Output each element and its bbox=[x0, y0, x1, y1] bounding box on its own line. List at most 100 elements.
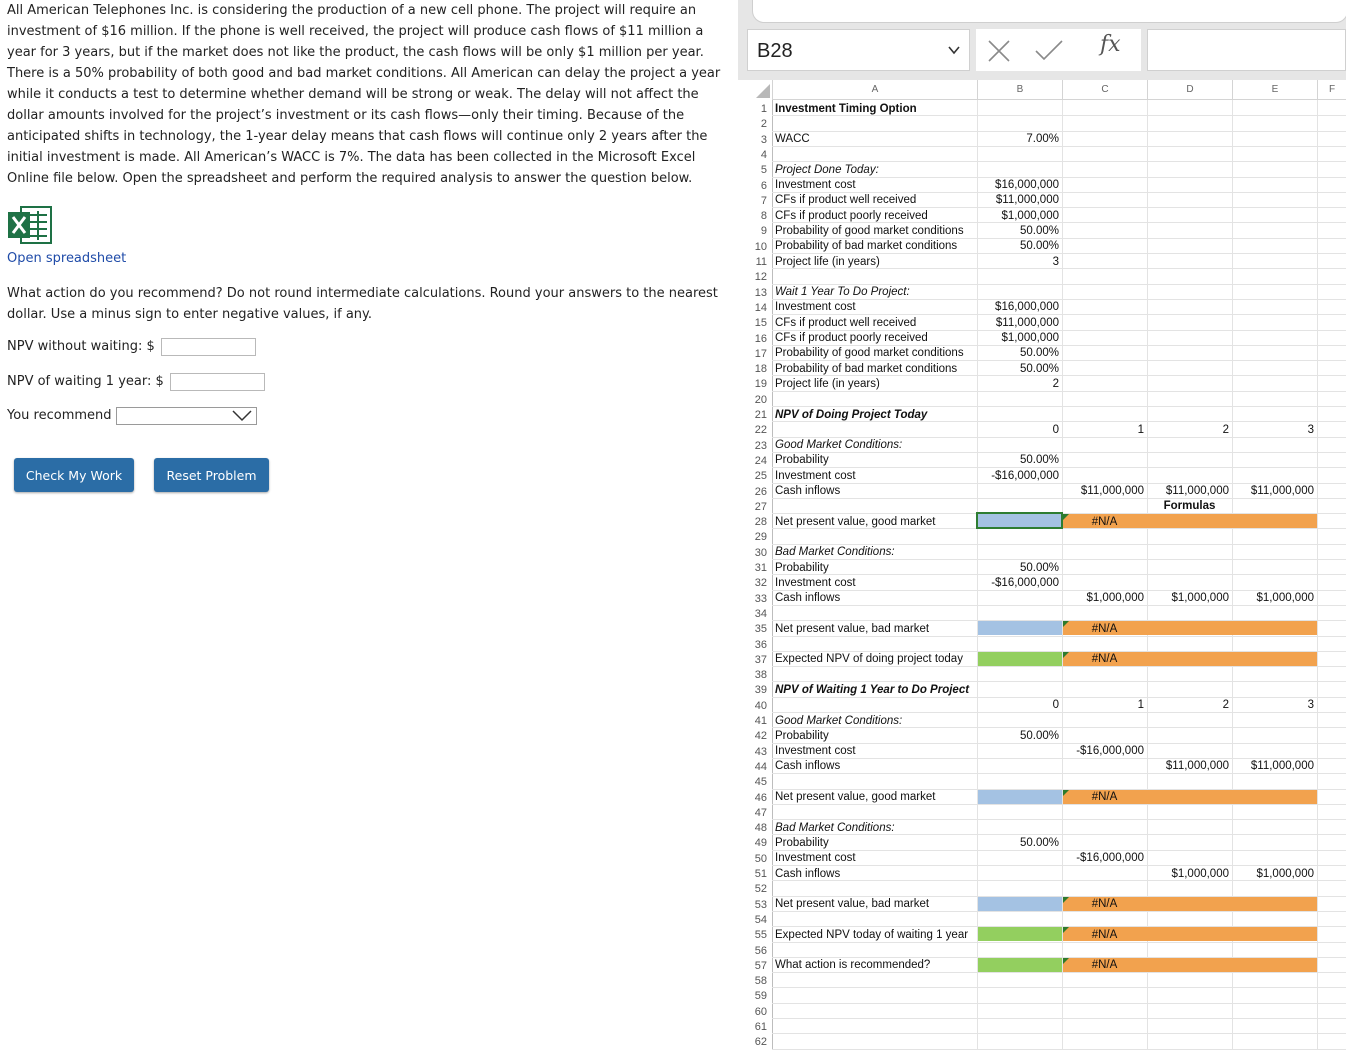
row-header-38[interactable]: 38 bbox=[738, 666, 772, 681]
row-header-6[interactable]: 6 bbox=[738, 177, 772, 192]
row-header-29[interactable]: 29 bbox=[738, 528, 772, 543]
row-header-2[interactable]: 2 bbox=[738, 115, 772, 130]
row-header-12[interactable]: 12 bbox=[738, 268, 772, 283]
cell-c43[interactable]: -$16,000,000 bbox=[1062, 743, 1147, 758]
row-header-53[interactable]: 53 bbox=[738, 896, 772, 911]
cell-d27[interactable]: Formulas bbox=[1147, 498, 1232, 513]
cell-b8[interactable]: $1,000,000 bbox=[977, 208, 1062, 223]
cell-a18[interactable]: Probability of bad market conditions bbox=[775, 361, 957, 376]
cell-b40[interactable]: 0 bbox=[977, 697, 1062, 712]
row-header-13[interactable]: 13 bbox=[738, 284, 772, 299]
cell-a21[interactable]: NPV of Doing Project Today bbox=[775, 407, 927, 422]
cell-b14[interactable]: $16,000,000 bbox=[977, 299, 1062, 314]
cell-a26[interactable]: Cash inflows bbox=[775, 483, 840, 498]
cell-b19[interactable]: 2 bbox=[977, 376, 1062, 391]
row-header-28[interactable]: 28 bbox=[738, 513, 772, 528]
row-header-36[interactable]: 36 bbox=[738, 636, 772, 651]
row-header-14[interactable]: 14 bbox=[738, 299, 772, 314]
column-header-f[interactable]: F bbox=[1317, 80, 1346, 100]
fx-icon[interactable]: fx bbox=[1100, 32, 1121, 57]
select-all-corner[interactable] bbox=[738, 80, 772, 100]
name-box[interactable]: B28 bbox=[747, 29, 970, 71]
column-header-e[interactable]: E bbox=[1232, 80, 1317, 100]
row-header-10[interactable]: 10 bbox=[738, 238, 772, 253]
row-header-23[interactable]: 23 bbox=[738, 437, 772, 452]
npv-waiting-input[interactable] bbox=[169, 372, 265, 391]
cell-c55[interactable]: #N/A bbox=[1062, 927, 1147, 942]
cell-b7[interactable]: $11,000,000 bbox=[977, 192, 1062, 207]
row-header-61[interactable]: 61 bbox=[738, 1018, 772, 1033]
cell-b15[interactable]: $11,000,000 bbox=[977, 315, 1062, 330]
cell-a5[interactable]: Project Done Today: bbox=[775, 162, 879, 177]
cell-a30[interactable]: Bad Market Conditions: bbox=[775, 544, 895, 559]
row-header-43[interactable]: 43 bbox=[738, 743, 772, 758]
cell-a16[interactable]: CFs if product poorly received bbox=[775, 330, 928, 345]
cell-a41[interactable]: Good Market Conditions: bbox=[775, 713, 902, 728]
row-header-62[interactable]: 62 bbox=[738, 1033, 772, 1048]
cell-a8[interactable]: CFs if product poorly received bbox=[775, 208, 928, 223]
column-header-c[interactable]: C bbox=[1062, 80, 1147, 100]
cell-a3[interactable]: WACC bbox=[775, 131, 810, 146]
row-header-16[interactable]: 16 bbox=[738, 330, 772, 345]
column-header-b[interactable]: B bbox=[977, 80, 1062, 100]
excel-icon[interactable] bbox=[7, 204, 53, 246]
row-header-48[interactable]: 48 bbox=[738, 819, 772, 834]
row-header-1[interactable]: 1 bbox=[738, 100, 772, 115]
row-header-24[interactable]: 24 bbox=[738, 452, 772, 467]
row-header-54[interactable]: 54 bbox=[738, 911, 772, 926]
cell-a37[interactable]: Expected NPV of doing project today bbox=[775, 651, 963, 666]
cell-c40[interactable]: 1 bbox=[1062, 697, 1147, 712]
cell-e22[interactable]: 3 bbox=[1232, 422, 1317, 437]
cell-a19[interactable]: Project life (in years) bbox=[775, 376, 880, 391]
row-header-35[interactable]: 35 bbox=[738, 620, 772, 635]
row-header-25[interactable]: 25 bbox=[738, 467, 772, 482]
cell-a39[interactable]: NPV of Waiting 1 Year to Do Project bbox=[775, 682, 969, 697]
row-header-58[interactable]: 58 bbox=[738, 972, 772, 987]
cell-b42[interactable]: 50.00% bbox=[977, 728, 1062, 743]
cell-b18[interactable]: 50.00% bbox=[977, 361, 1062, 376]
cell-c37[interactable]: #N/A bbox=[1062, 651, 1147, 666]
row-header-45[interactable]: 45 bbox=[738, 773, 772, 788]
cell-c28[interactable]: #N/A bbox=[1062, 514, 1147, 529]
row-header-19[interactable]: 19 bbox=[738, 375, 772, 390]
row-header-52[interactable]: 52 bbox=[738, 880, 772, 895]
answer-cell-highlight[interactable] bbox=[978, 651, 1062, 666]
cell-a14[interactable]: Investment cost bbox=[775, 299, 856, 314]
row-header-34[interactable]: 34 bbox=[738, 605, 772, 620]
cell-d22[interactable]: 2 bbox=[1147, 422, 1232, 437]
row-header-56[interactable]: 56 bbox=[738, 942, 772, 957]
row-header-32[interactable]: 32 bbox=[738, 574, 772, 589]
cell-c33[interactable]: $1,000,000 bbox=[1062, 590, 1147, 605]
cell-c53[interactable]: #N/A bbox=[1062, 896, 1147, 911]
cell-e26[interactable]: $11,000,000 bbox=[1232, 483, 1317, 498]
cell-c35[interactable]: #N/A bbox=[1062, 621, 1147, 636]
cell-a50[interactable]: Investment cost bbox=[775, 850, 856, 865]
open-spreadsheet-link[interactable]: Open spreadsheet bbox=[7, 251, 126, 266]
cell-a1[interactable]: Investment Timing Option bbox=[775, 101, 917, 116]
row-header-50[interactable]: 50 bbox=[738, 850, 772, 865]
cell-b31[interactable]: 50.00% bbox=[977, 560, 1062, 575]
row-header-4[interactable]: 4 bbox=[738, 146, 772, 161]
row-header-57[interactable]: 57 bbox=[738, 957, 772, 972]
cell-c46[interactable]: #N/A bbox=[1062, 789, 1147, 804]
input-cell-highlight[interactable] bbox=[978, 621, 1062, 636]
cell-a17[interactable]: Probability of good market conditions bbox=[775, 345, 964, 360]
cell-b32[interactable]: -$16,000,000 bbox=[977, 575, 1062, 590]
row-header-11[interactable]: 11 bbox=[738, 253, 772, 268]
row-header-40[interactable]: 40 bbox=[738, 697, 772, 712]
cell-d51[interactable]: $1,000,000 bbox=[1147, 866, 1232, 881]
cell-b9[interactable]: 50.00% bbox=[977, 223, 1062, 238]
row-header-7[interactable]: 7 bbox=[738, 192, 772, 207]
row-header-26[interactable]: 26 bbox=[738, 483, 772, 498]
row-header-37[interactable]: 37 bbox=[738, 651, 772, 666]
row-header-47[interactable]: 47 bbox=[738, 804, 772, 819]
cell-a46[interactable]: Net present value, good market bbox=[775, 789, 935, 804]
answer-cell-highlight[interactable] bbox=[978, 927, 1062, 942]
row-header-5[interactable]: 5 bbox=[738, 161, 772, 176]
column-header-d[interactable]: D bbox=[1147, 80, 1232, 100]
cell-a28[interactable]: Net present value, good market bbox=[775, 514, 935, 529]
cell-a48[interactable]: Bad Market Conditions: bbox=[775, 820, 895, 835]
row-header-33[interactable]: 33 bbox=[738, 590, 772, 605]
cell-b49[interactable]: 50.00% bbox=[977, 835, 1062, 850]
selected-cell-outline[interactable] bbox=[976, 512, 1063, 530]
